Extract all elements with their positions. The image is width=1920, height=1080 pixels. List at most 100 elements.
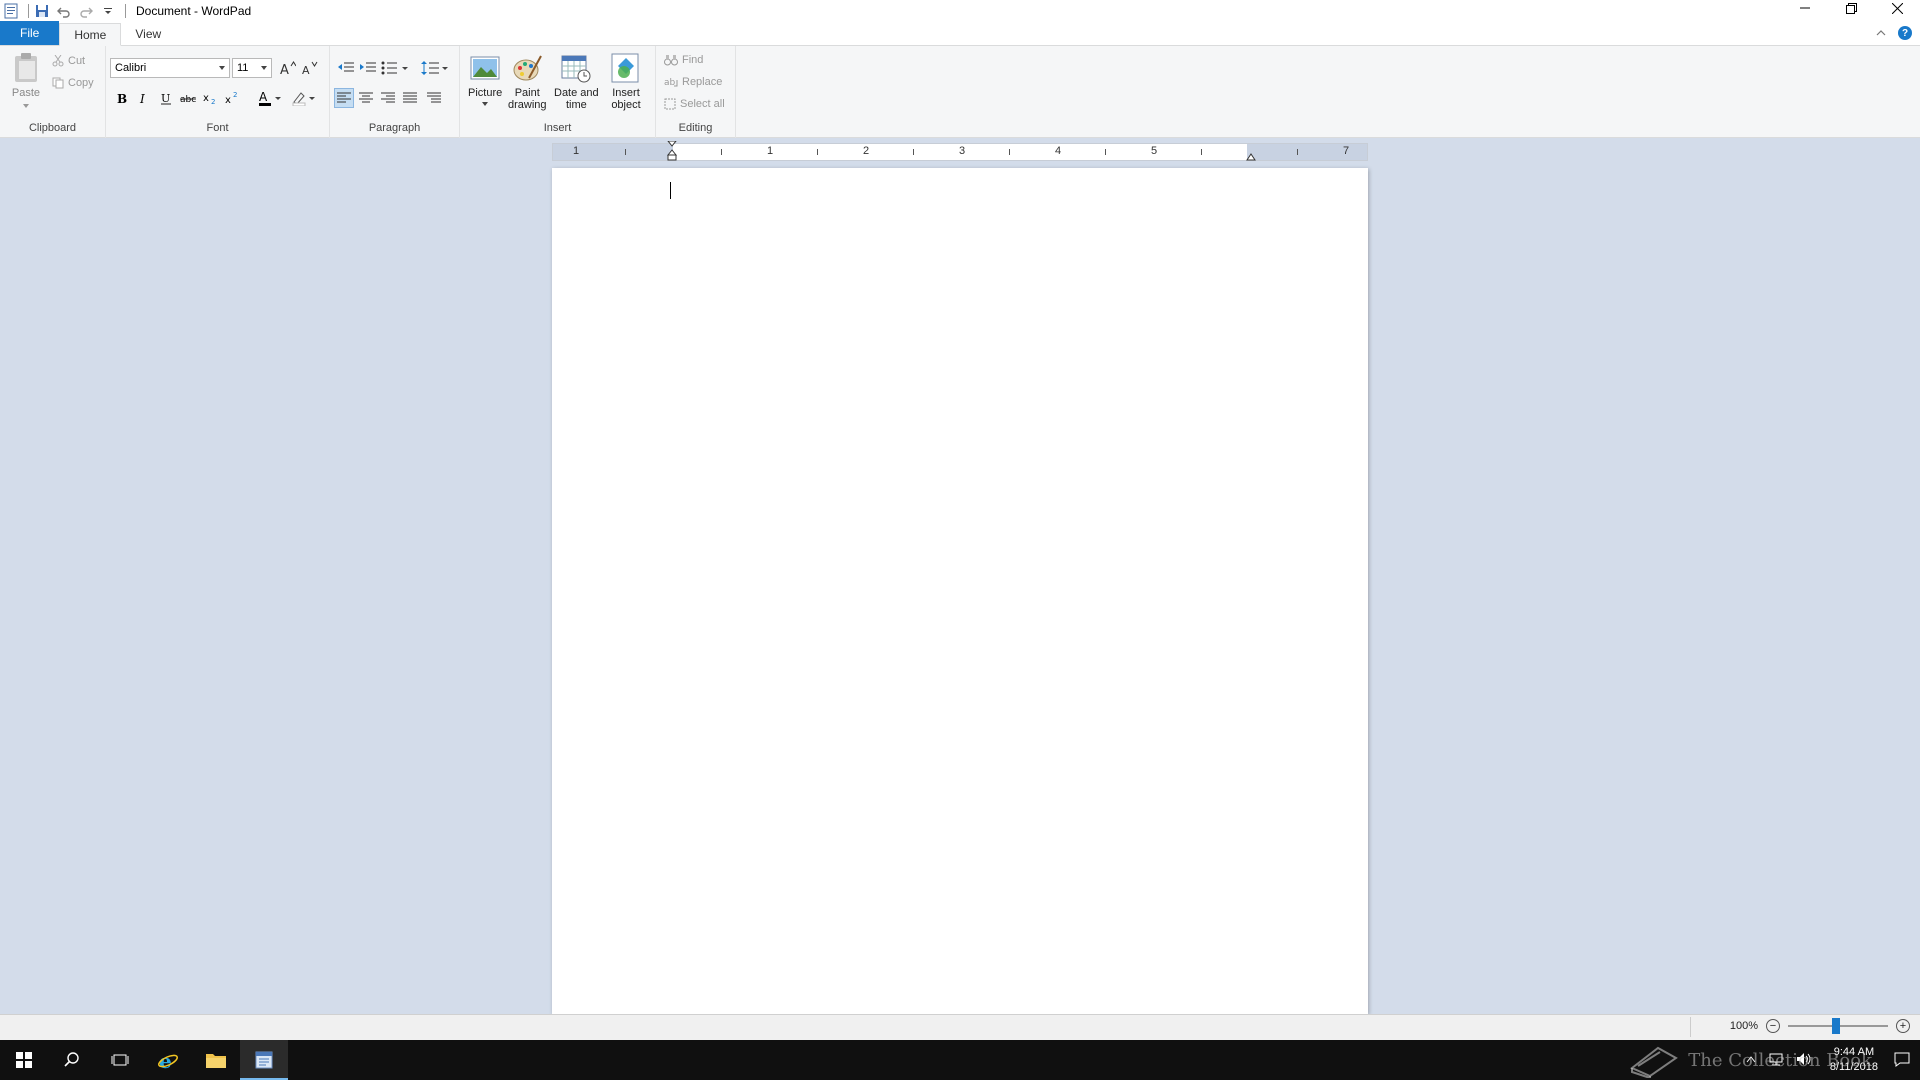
wordpad-app-icon[interactable] — [2, 2, 20, 20]
bold-button[interactable]: B — [112, 88, 132, 108]
align-right-button[interactable] — [378, 88, 398, 108]
picture-button[interactable]: Picture — [468, 52, 502, 106]
internet-explorer-taskbar-button[interactable]: e — [144, 1040, 192, 1080]
font-family-select[interactable]: Calibri — [110, 58, 230, 78]
paragraph-settings-button[interactable] — [424, 88, 444, 108]
help-icon[interactable]: ? — [1898, 26, 1912, 40]
save-icon[interactable] — [33, 2, 51, 20]
volume-icon[interactable] — [1796, 1052, 1812, 1069]
decrease-indent-button[interactable] — [336, 58, 356, 78]
highlight-color-button[interactable] — [290, 88, 318, 108]
action-center-icon[interactable] — [1894, 1051, 1910, 1070]
find-label: Find — [682, 54, 704, 66]
clock-time: 9:44 AM — [1833, 1046, 1875, 1058]
tab-home[interactable]: Home — [59, 23, 122, 46]
file-explorer-taskbar-button[interactable] — [192, 1040, 240, 1080]
ruler-number: 5 — [1151, 145, 1158, 157]
picture-dropdown-icon[interactable] — [482, 102, 489, 106]
redo-icon[interactable] — [77, 2, 95, 20]
paint-drawing-button[interactable]: Paint drawing — [508, 52, 547, 111]
shrink-font-button[interactable]: A — [300, 58, 320, 78]
replace-button[interactable]: ab Replace — [664, 76, 722, 88]
zoom-out-button[interactable]: − — [1766, 1019, 1780, 1033]
insert-object-icon — [611, 53, 639, 83]
tab-file[interactable]: File — [0, 21, 60, 45]
line-spacing-button[interactable] — [420, 58, 450, 78]
windows-logo-icon — [16, 1052, 32, 1068]
chevron-down-icon — [219, 66, 225, 70]
subscript-button[interactable]: x2 — [200, 88, 220, 108]
ruler-number: 3 — [959, 145, 966, 157]
right-indent-marker[interactable] — [1246, 150, 1256, 164]
find-button[interactable]: Find — [664, 54, 703, 66]
replace-label: Replace — [682, 76, 723, 88]
text-color-button[interactable]: A — [256, 88, 284, 108]
select-all-button[interactable]: Select all — [664, 98, 725, 110]
align-center-button[interactable] — [356, 88, 376, 108]
text-caret — [670, 182, 671, 199]
paste-icon — [15, 53, 37, 82]
task-view-icon — [111, 1054, 129, 1066]
network-icon[interactable] — [1768, 1052, 1784, 1069]
ruler-number: 1 — [573, 145, 580, 157]
minimize-ribbon-icon[interactable] — [1876, 26, 1886, 40]
select-all-label: Select all — [680, 98, 725, 110]
close-button[interactable] — [1874, 0, 1920, 16]
underline-button[interactable]: U — [156, 88, 176, 108]
copy-icon — [52, 77, 64, 89]
tab-view[interactable]: View — [121, 22, 175, 45]
document-page[interactable] — [552, 168, 1368, 1014]
cut-button[interactable]: Cut — [52, 52, 85, 70]
task-view-button[interactable] — [96, 1040, 144, 1080]
align-left-icon — [337, 92, 351, 103]
status-bar: 100% − + — [0, 1014, 1920, 1040]
ruler-tick — [913, 149, 914, 155]
quick-access-toolbar — [0, 0, 130, 22]
picture-label: Picture — [468, 87, 503, 99]
zoom-slider-thumb[interactable] — [1832, 1018, 1840, 1034]
superscript-icon: x2 — [225, 91, 237, 105]
date-and-time-button[interactable]: Date and time — [554, 52, 599, 111]
grow-font-button[interactable]: A — [278, 58, 298, 78]
svg-text:x: x — [225, 95, 231, 105]
italic-icon: I — [139, 92, 145, 105]
zoom-in-button[interactable]: + — [1896, 1019, 1910, 1033]
minimize-button[interactable] — [1782, 0, 1828, 16]
wordpad-taskbar-button[interactable] — [240, 1040, 288, 1080]
italic-button[interactable]: I — [134, 88, 154, 108]
paint-drawing-label-1: Paint — [514, 87, 540, 99]
bullets-button[interactable] — [380, 58, 410, 78]
clock-date: 8/11/2018 — [1829, 1061, 1878, 1073]
ruler[interactable]: 1 1 2 3 4 5 7 — [552, 140, 1368, 164]
calendar-clock-icon — [561, 55, 591, 83]
insert-object-button[interactable]: Insert object — [610, 52, 642, 111]
search-button[interactable] — [48, 1040, 96, 1080]
taskbar-clock[interactable]: 9:44 AM 8/11/2018 — [1830, 1045, 1878, 1075]
zoom-slider[interactable] — [1788, 1018, 1888, 1034]
svg-text:U: U — [161, 92, 170, 105]
restore-button[interactable] — [1828, 0, 1874, 16]
paste-dropdown-icon[interactable] — [23, 104, 29, 108]
clipboard-group: Paste Cut Copy Clipboard — [0, 46, 106, 138]
customize-qat-icon[interactable] — [99, 2, 117, 20]
select-all-icon — [664, 98, 676, 110]
justify-button[interactable] — [400, 88, 420, 108]
shrink-font-icon: A — [302, 61, 318, 75]
paste-button[interactable]: Paste — [10, 52, 42, 111]
strikethrough-button[interactable]: abc — [178, 88, 198, 108]
svg-text:abc: abc — [180, 95, 196, 105]
copy-button[interactable]: Copy — [52, 74, 94, 92]
superscript-button[interactable]: x2 — [222, 88, 242, 108]
font-size-select[interactable]: 11 — [232, 58, 272, 78]
wordpad-icon — [255, 1051, 273, 1069]
increase-indent-button[interactable] — [358, 58, 378, 78]
undo-icon[interactable] — [55, 2, 73, 20]
grow-font-icon: A — [280, 61, 296, 75]
start-button[interactable] — [0, 1040, 48, 1080]
text-color-icon: A — [259, 90, 281, 106]
svg-text:I: I — [139, 92, 145, 105]
show-hidden-icons-icon[interactable] — [1746, 1054, 1756, 1066]
align-left-button[interactable] — [334, 88, 354, 108]
svg-text:B: B — [117, 92, 127, 105]
first-line-indent-marker[interactable] — [666, 140, 678, 164]
